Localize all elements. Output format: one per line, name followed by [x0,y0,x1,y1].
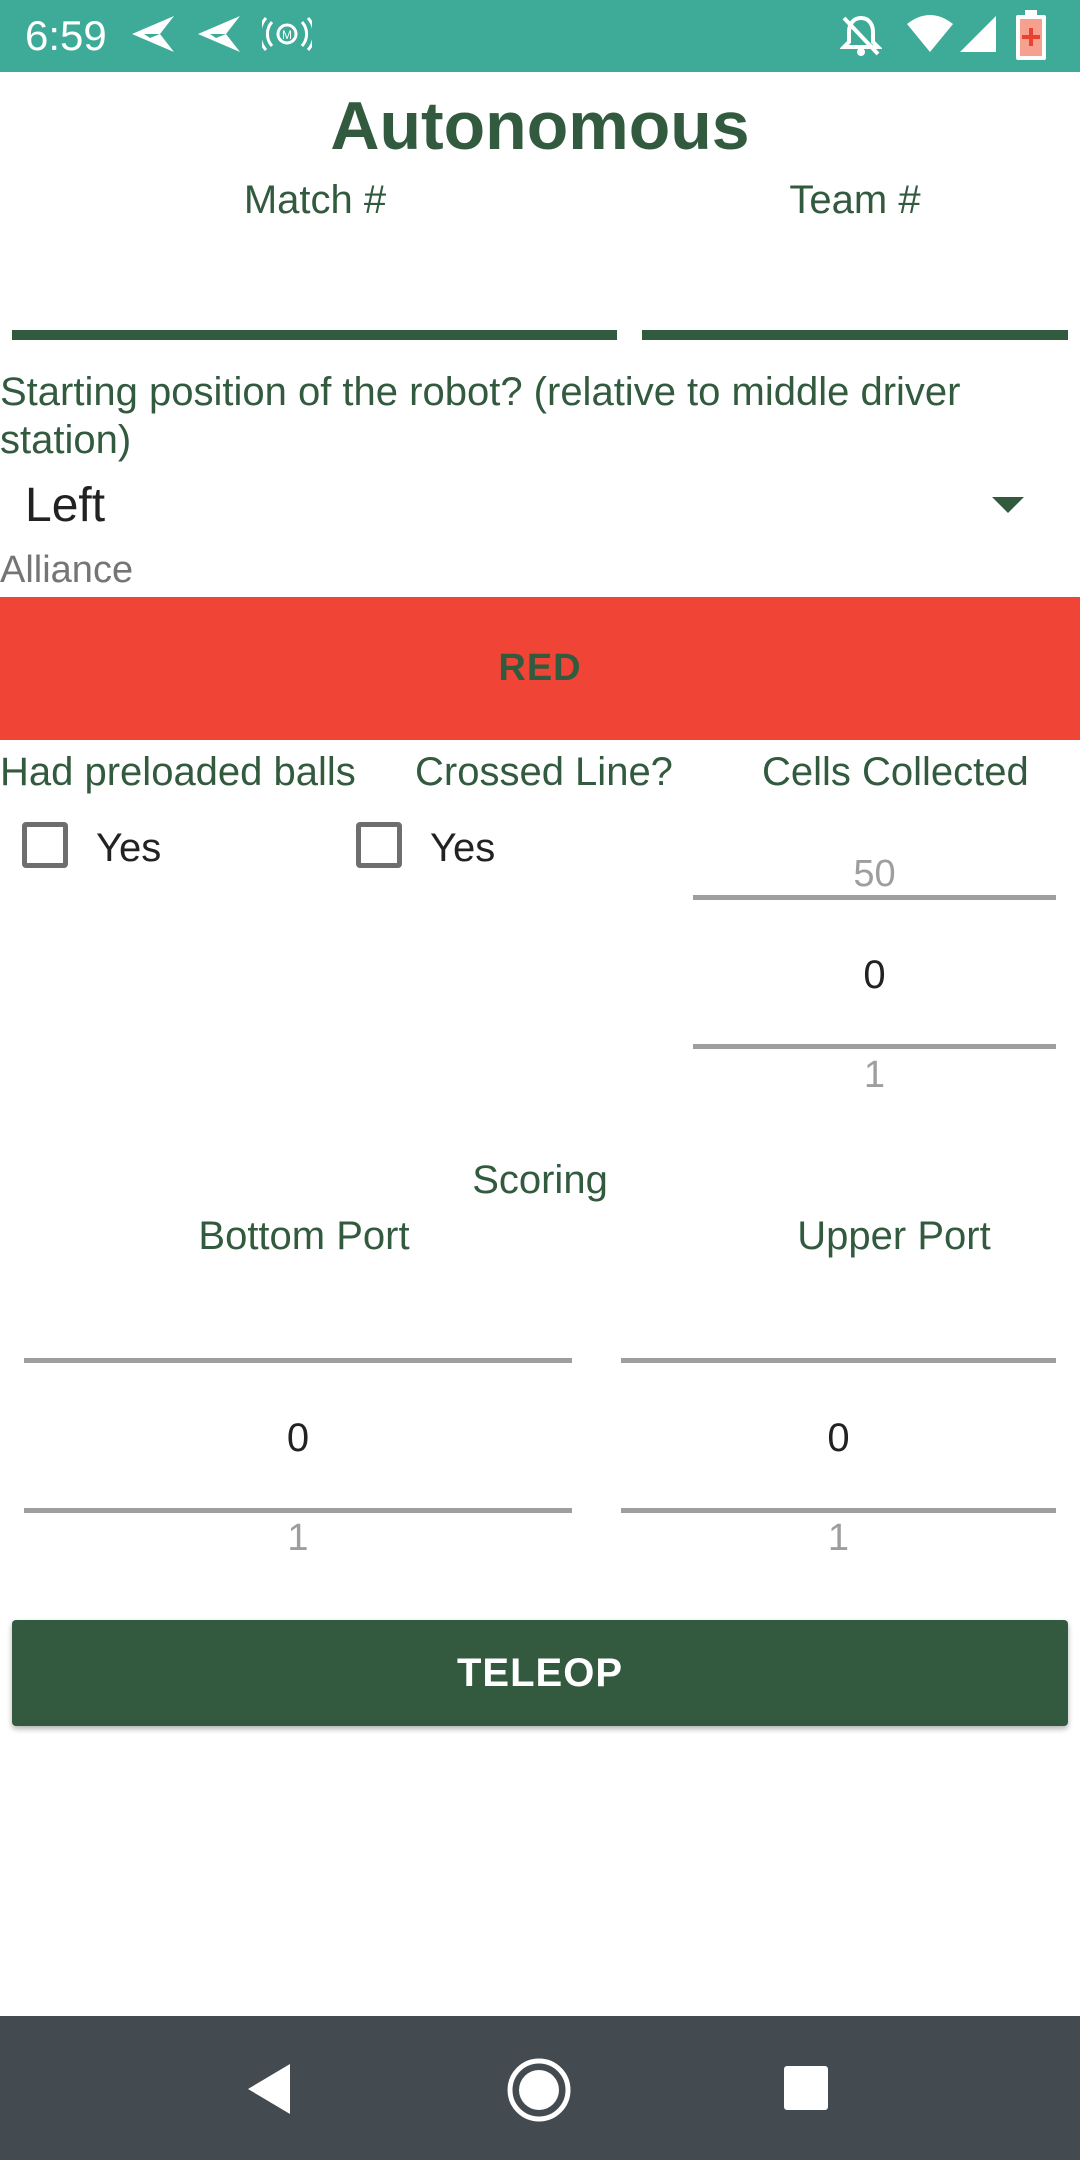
wifi-icon [907,15,953,52]
send-icon [198,16,240,52]
navigation-bar [0,2016,1080,2160]
upper-port-value: 0 [827,1416,850,1460]
preloaded-balls-checkbox[interactable] [22,822,68,868]
picker-divider [24,1358,572,1363]
status-bar: 6:59 M [0,0,1080,72]
match-number-underline [12,330,617,340]
picker-divider [621,1358,1056,1363]
picker-divider [621,1508,1056,1513]
bottom-port-next-value: 1 [287,1517,309,1559]
starting-position-question: Starting position of the robot? (relativ… [0,370,961,462]
alliance-label: Alliance [0,549,134,591]
match-number-input[interactable] [12,250,617,340]
team-number-label: Team # [789,178,921,222]
cell-signal-icon [960,16,996,52]
send-icon [132,16,174,52]
team-number-input[interactable] [642,250,1068,340]
bottom-port-label: Bottom Port [198,1214,410,1258]
notifications-off-icon [840,15,882,56]
preloaded-balls-label: Had preloaded balls [0,750,356,794]
match-number-label: Match # [243,178,387,222]
home-icon[interactable] [505,2056,573,2124]
crossed-line-yes-label: Yes [430,826,496,870]
chevron-down-icon [992,497,1024,513]
upper-port-label: Upper Port [797,1214,991,1258]
status-time: 6:59 [25,12,107,59]
starting-position-dropdown[interactable] [0,470,1080,540]
picker-divider [693,895,1056,900]
upper-port-next-value: 1 [827,1517,850,1559]
preloaded-balls-yes-label: Yes [96,826,162,870]
svg-text:M: M [282,28,292,42]
picker-divider [693,1044,1056,1049]
crossed-line-checkbox[interactable] [356,822,402,868]
recents-icon[interactable] [782,2064,830,2112]
teleop-button-label: TELEOP [456,1650,624,1695]
cells-collected-next-value: 1 [863,1054,886,1096]
alliance-toggle-button[interactable]: RED [0,597,1080,740]
bottom-port-value: 0 [286,1416,310,1460]
scoring-label: Scoring [472,1158,608,1202]
teleop-button[interactable]: TELEOP [12,1620,1068,1726]
cells-collected-prev-value: 50 [853,853,896,895]
cells-collected-label: Cells Collected [762,750,1029,794]
picker-divider [24,1508,572,1513]
broadcast-icon: M [262,17,312,51]
back-icon[interactable] [244,2062,294,2116]
starting-position-selected: Left [25,479,106,532]
battery-icon [1016,10,1046,60]
alliance-button-label: RED [498,647,582,689]
team-number-underline [642,330,1068,340]
crossed-line-label: Crossed Line? [415,750,673,794]
page-title: Autonomous [330,88,750,164]
cells-collected-value: 0 [863,953,886,997]
